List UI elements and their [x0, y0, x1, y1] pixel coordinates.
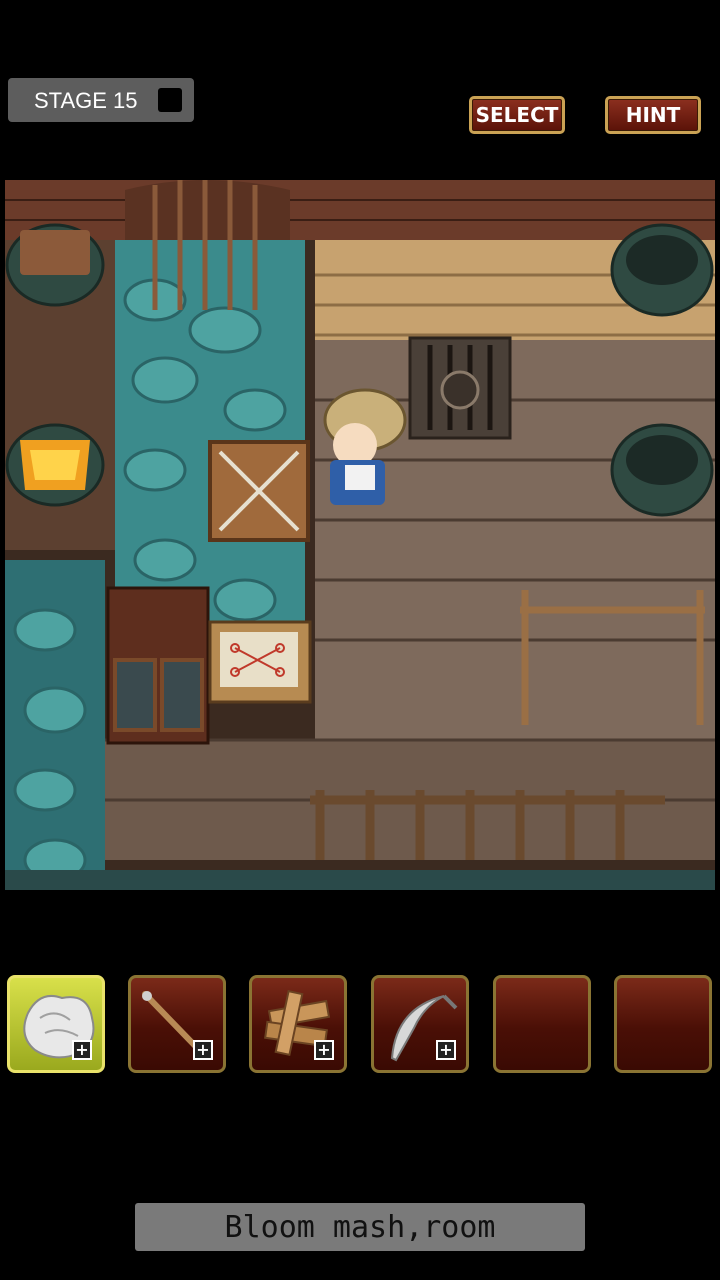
inventory-slot-1[interactable]: +: [7, 975, 105, 1073]
inventory-slot-2[interactable]: +: [128, 975, 226, 1073]
message-bar: Bloom mash,room: [135, 1203, 585, 1251]
inventory-bar: + + + +: [0, 975, 720, 1073]
add-plus-icon: +: [436, 1040, 456, 1060]
stage-indicator: [158, 88, 182, 112]
add-plus-icon: +: [72, 1040, 92, 1060]
stage-badge: STAGE 15: [8, 78, 194, 122]
inventory-slot-5[interactable]: [493, 975, 591, 1073]
game-scene[interactable]: [5, 180, 715, 890]
inventory-slot-4[interactable]: +: [371, 975, 469, 1073]
inventory-slot-6[interactable]: [614, 975, 712, 1073]
scene-art: [5, 180, 715, 890]
inventory-slot-3[interactable]: +: [249, 975, 347, 1073]
stage-label: STAGE 15: [34, 88, 138, 113]
message-text: Bloom mash,room: [224, 1209, 496, 1245]
hint-button[interactable]: HINT: [605, 96, 701, 134]
add-plus-icon: +: [314, 1040, 334, 1060]
select-button[interactable]: SELECT: [469, 96, 565, 134]
add-plus-icon: +: [193, 1040, 213, 1060]
